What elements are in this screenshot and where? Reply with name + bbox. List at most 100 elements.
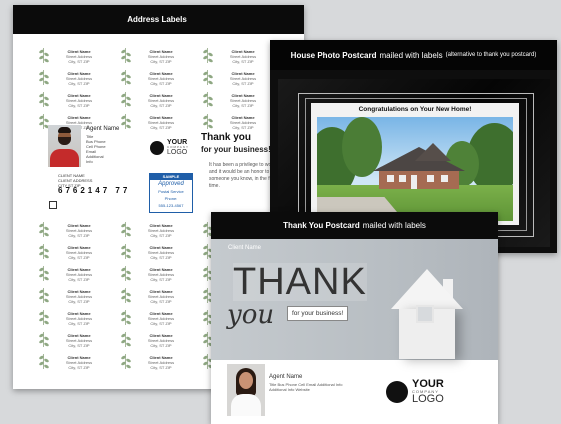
agent-name: Agent Name [86,126,120,132]
address-label: Client NameStreet AddressCity, ST ZIP [13,219,92,241]
label-text: Client NameStreet AddressCity, ST ZIP [65,355,93,370]
agent-photo-female [227,364,265,416]
label-row: Client NameStreet AddressCity, ST ZIP Cli… [13,67,304,89]
address-label: Client NameStreet AddressCity, ST ZIP [13,67,92,89]
address-label: Client NameStreet AddressCity, ST ZIP [13,329,92,351]
agent-photo [48,125,81,167]
label-text: Client NameStreet AddressCity, ST ZIP [65,71,93,86]
address-labels-title: Address Labels [127,15,187,24]
leaf-sprig-icon [120,222,132,238]
equal-housing-icon: . [49,201,57,209]
address-label: Client NameStreet AddressCity, ST ZIP [13,263,92,285]
for-your-business-tag: for your business! [287,306,349,321]
address-label: Client NameStreet AddressCity, ST ZIP [13,307,92,329]
tracking-code: 6762147 77 [58,186,131,195]
leaf-sprig-icon [38,244,50,260]
label-text: Client NameStreet AddressCity, ST ZIP [147,71,175,86]
leaf-sprig-icon [38,266,50,282]
address-label: Client NameStreet AddressCity, ST ZIP [13,89,92,111]
leaf-sprig-icon [38,332,50,348]
leaf-sprig-icon [38,310,50,326]
label-text: Client NameStreet AddressCity, ST ZIP [65,93,93,108]
address-label: Client NameStreet AddressCity, ST ZIP [95,67,174,89]
leaf-sprig-icon [120,70,132,86]
label-text: Client NameStreet AddressCity, ST ZIP [229,115,257,130]
label-text: Client NameStreet AddressCity, ST ZIP [147,223,175,238]
postage-stamp: SAMPLE Approved Postal Service Phone: 55… [149,173,193,213]
label-text: Client NameStreet AddressCity, ST ZIP [65,49,93,64]
label-text: Client NameStreet AddressCity, ST ZIP [229,71,257,86]
house-photo-header: House Photo Postcard mailed with labels (a… [270,40,557,70]
address-label: Client NameStreet AddressCity, ST ZIP [95,45,174,67]
label-text: Client NameStreet AddressCity, ST ZIP [65,333,93,348]
agent-label-block: Agent Name Title Bus Phone Cell Phone Em… [46,125,166,205]
leaf-sprig-icon [38,92,50,108]
congrats-caption: Congratulations on Your New Home! [358,106,472,113]
address-label: Client NameStreet AddressCity, ST ZIP [95,89,174,111]
address-label: Client NameStreet AddressCity, ST ZIP [13,241,92,263]
label-text: Client NameStreet AddressCity, ST ZIP [147,93,175,108]
leaf-sprig-icon [120,288,132,304]
company-logo-sheet: YOUR COMPANY LOGO [150,139,189,156]
leaf-sprig-icon [120,48,132,64]
address-label: Client NameStreet AddressCity, ST ZIP [177,89,256,111]
label-text: Client NameStreet AddressCity, ST ZIP [147,333,175,348]
address-label: Client NameStreet AddressCity, ST ZIP [95,351,174,373]
leaf-sprig-icon [38,48,50,64]
label-text: Client NameStreet AddressCity, ST ZIP [147,245,175,260]
company-logo-card: YOUR COMPANY LOGO [386,379,444,405]
label-text: Client NameStreet AddressCity, ST ZIP [147,267,175,282]
address-label: Client NameStreet AddressCity, ST ZIP [95,307,174,329]
address-labels-header: Address Labels [13,5,304,34]
leaf-sprig-icon [202,70,214,86]
leaf-sprig-icon [38,222,50,238]
leaf-sprig-icon [120,92,132,108]
label-text: Client NameStreet AddressCity, ST ZIP [65,245,93,260]
house-icon [391,269,471,361]
thank-you-subheading: for your business! [201,145,271,154]
house-photo [317,117,513,221]
thank-you-heading: Thank you [201,132,252,143]
label-text: Client NameStreet AddressCity, ST ZIP [147,355,175,370]
agent-info: Title Bus Phone Cell Email Additional In… [269,382,343,392]
label-text: Client NameStreet AddressCity, ST ZIP [229,93,257,108]
address-label: Client NameStreet AddressCity, ST ZIP [13,285,92,307]
leaf-sprig-icon [38,70,50,86]
thank-you-panel: Client Name THANK you for your business! [211,239,498,360]
leaf-sprig-icon [120,332,132,348]
label-text: Client NameStreet AddressCity, ST ZIP [65,223,93,238]
address-label: Client NameStreet AddressCity, ST ZIP [177,111,256,133]
address-label: Client NameStreet AddressCity, ST ZIP [177,45,256,67]
leaf-sprig-icon [120,266,132,282]
client-name: Client Name [228,245,262,251]
label-text: Client NameStreet AddressCity, ST ZIP [229,49,257,64]
label-text: Client NameStreet AddressCity, ST ZIP [65,311,93,326]
address-label: Client NameStreet AddressCity, ST ZIP [13,351,92,373]
thank-heading: THANK [233,261,367,303]
address-label: Client NameStreet AddressCity, ST ZIP [95,241,174,263]
leaf-sprig-icon [120,310,132,326]
label-text: Client NameStreet AddressCity, ST ZIP [65,267,93,282]
address-label: Client NameStreet AddressCity, ST ZIP [13,45,92,67]
label-text: Client NameStreet AddressCity, ST ZIP [147,289,175,304]
you-script: you [227,300,275,330]
label-row: Client NameStreet AddressCity, ST ZIP Cli… [13,89,304,111]
photo-mat: Congratulations on Your New Home! [311,103,519,225]
logo-circle-icon [386,381,408,403]
label-row: Client NameStreet AddressCity, ST ZIP Cli… [13,45,304,67]
address-label: Client NameStreet AddressCity, ST ZIP [95,285,174,307]
address-label: Client NameStreet AddressCity, ST ZIP [95,219,174,241]
agent-info: Title Bus Phone Cell Phone Email Additio… [86,134,106,164]
label-text: Client NameStreet AddressCity, ST ZIP [65,289,93,304]
agent-name: Agent Name [269,374,303,380]
leaf-sprig-icon [38,288,50,304]
label-text: Client NameStreet AddressCity, ST ZIP [147,49,175,64]
address-label: Client NameStreet AddressCity, ST ZIP [95,263,174,285]
leaf-sprig-icon [202,92,214,108]
address-label: Client NameStreet AddressCity, ST ZIP [177,67,256,89]
leaf-sprig-icon [202,114,214,130]
leaf-sprig-icon [38,354,50,370]
leaf-sprig-icon [120,244,132,260]
thank-you-postcard: Thank You Postcard mailed with labels Cli… [211,212,498,424]
logo-circle-icon [150,140,164,155]
